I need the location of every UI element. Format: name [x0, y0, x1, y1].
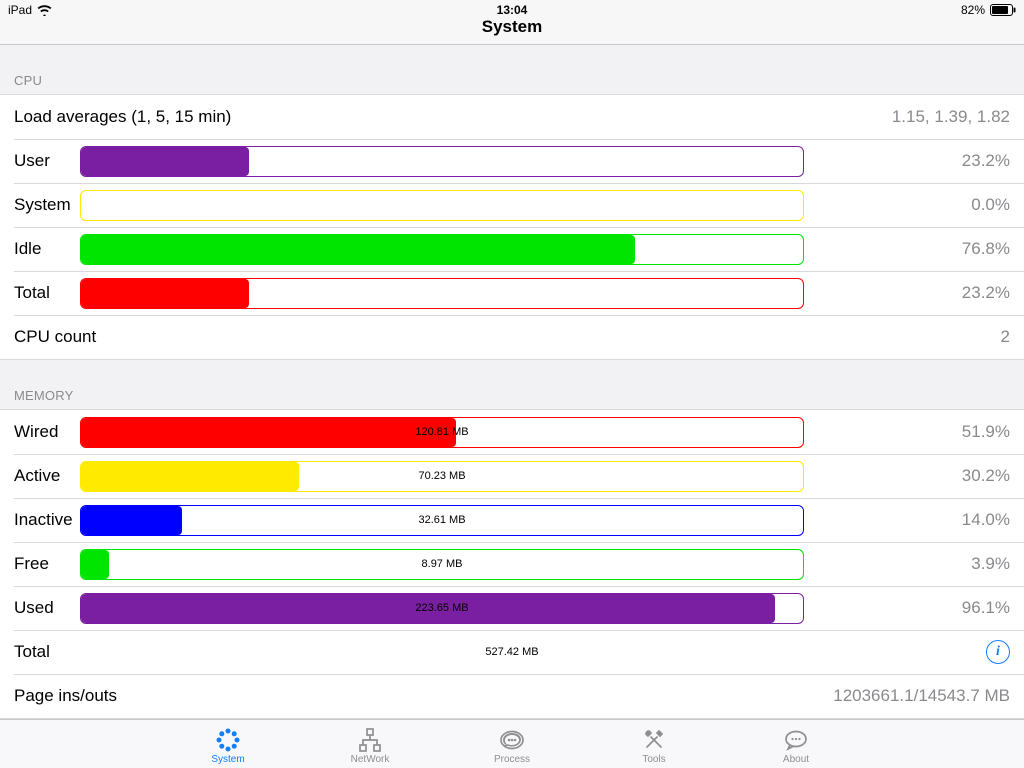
row-mem-total[interactable]: Total 527.42 MB i: [0, 630, 1024, 674]
row-cpu-system: System 0.0%: [0, 183, 1024, 227]
mem-used-label: Used: [14, 598, 80, 618]
mem-pageio-value: 1203661.1/14543.7 MB: [833, 686, 1010, 706]
row-cpu-user: User 23.2%: [0, 139, 1024, 183]
row-mem-inactive: Inactive 32.61 MB 14.0%: [0, 498, 1024, 542]
cpu-idle-bar: [80, 234, 804, 265]
device-label: iPad: [8, 3, 32, 17]
wifi-icon: [37, 5, 52, 16]
tab-tools[interactable]: Tools: [619, 720, 689, 768]
tab-tools-label: Tools: [642, 754, 665, 765]
cpu-system-bar: [80, 190, 804, 221]
row-mem-pageio: Page ins/outs 1203661.1/14543.7 MB: [0, 674, 1024, 718]
cpu-list: Load averages (1, 5, 15 min) 1.15, 1.39,…: [0, 94, 1024, 360]
mem-active-value: 30.2%: [962, 466, 1010, 486]
tab-network[interactable]: NetWork: [335, 720, 405, 768]
cpu-count-value: 2: [1001, 327, 1010, 347]
row-cpu-total: Total 23.2%: [0, 271, 1024, 315]
info-icon[interactable]: i: [986, 640, 1010, 664]
process-icon: [499, 727, 525, 753]
cpu-idle-label: Idle: [14, 239, 80, 259]
cpu-user-label: User: [14, 151, 80, 171]
mem-used-bar: 223.65 MB: [80, 593, 804, 624]
tab-system-label: System: [211, 754, 244, 765]
row-mem-wired: Wired 120.81 MB 51.9%: [0, 410, 1024, 454]
loadavg-label: Load averages (1, 5, 15 min): [14, 107, 231, 127]
cpu-system-value: 0.0%: [971, 195, 1010, 215]
mem-wired-label: Wired: [14, 422, 80, 442]
tab-network-label: NetWork: [351, 754, 390, 765]
loadavg-value: 1.15, 1.39, 1.82: [892, 107, 1010, 127]
battery-percent: 82%: [961, 3, 985, 17]
row-cpu-idle: Idle 76.8%: [0, 227, 1024, 271]
row-mem-used: Used 223.65 MB 96.1%: [0, 586, 1024, 630]
tab-bar: System NetWork Process Tools About: [0, 719, 1024, 768]
mem-free-label: Free: [14, 554, 80, 574]
cpu-count-label: CPU count: [14, 327, 96, 347]
mem-wired-bar: 120.81 MB: [80, 417, 804, 448]
mem-free-bar: 8.97 MB: [80, 549, 804, 580]
page-title: System: [482, 17, 542, 37]
cpu-idle-value: 76.8%: [962, 239, 1010, 259]
mem-used-value: 96.1%: [962, 598, 1010, 618]
cpu-total-value: 23.2%: [962, 283, 1010, 303]
mem-total-label: Total: [14, 642, 80, 662]
section-header-memory: MEMORY: [0, 360, 1024, 409]
network-icon: [357, 727, 383, 753]
cpu-user-value: 23.2%: [962, 151, 1010, 171]
mem-free-value: 3.9%: [971, 554, 1010, 574]
mem-free-text: 8.97 MB: [81, 550, 803, 579]
mem-active-bar: 70.23 MB: [80, 461, 804, 492]
row-mem-free: Free 8.97 MB 3.9%: [0, 542, 1024, 586]
tab-about[interactable]: About: [761, 720, 831, 768]
mem-inactive-bar: 32.61 MB: [80, 505, 804, 536]
about-icon: [783, 727, 809, 753]
section-header-cpu: CPU: [0, 45, 1024, 94]
cpu-user-bar: [80, 146, 804, 177]
cpu-total-label: Total: [14, 283, 80, 303]
tab-process[interactable]: Process: [477, 720, 547, 768]
mem-inactive-label: Inactive: [14, 510, 80, 530]
cpu-total-bar: [80, 278, 804, 309]
battery-icon: [990, 4, 1016, 16]
tab-about-label: About: [783, 754, 809, 765]
mem-pageio-label: Page ins/outs: [14, 686, 117, 706]
mem-total-value: 527.42 MB: [485, 646, 538, 658]
tab-process-label: Process: [494, 754, 530, 765]
system-icon: [215, 727, 241, 753]
row-mem-active: Active 70.23 MB 30.2%: [0, 454, 1024, 498]
tab-system[interactable]: System: [193, 720, 263, 768]
content-scroll[interactable]: CPU Load averages (1, 5, 15 min) 1.15, 1…: [0, 45, 1024, 719]
status-time: 13:04: [497, 3, 528, 17]
row-cpu-count: CPU count 2: [0, 315, 1024, 359]
nav-header: System: [0, 20, 1024, 45]
mem-inactive-value: 14.0%: [962, 510, 1010, 530]
mem-active-label: Active: [14, 466, 80, 486]
memory-list: Wired 120.81 MB 51.9% Active 70.23 MB 30…: [0, 409, 1024, 719]
mem-wired-value: 51.9%: [962, 422, 1010, 442]
cpu-system-label: System: [14, 195, 80, 215]
row-loadavg: Load averages (1, 5, 15 min) 1.15, 1.39,…: [0, 95, 1024, 139]
tools-icon: [641, 727, 667, 753]
mem-inactive-text: 32.61 MB: [81, 506, 803, 535]
